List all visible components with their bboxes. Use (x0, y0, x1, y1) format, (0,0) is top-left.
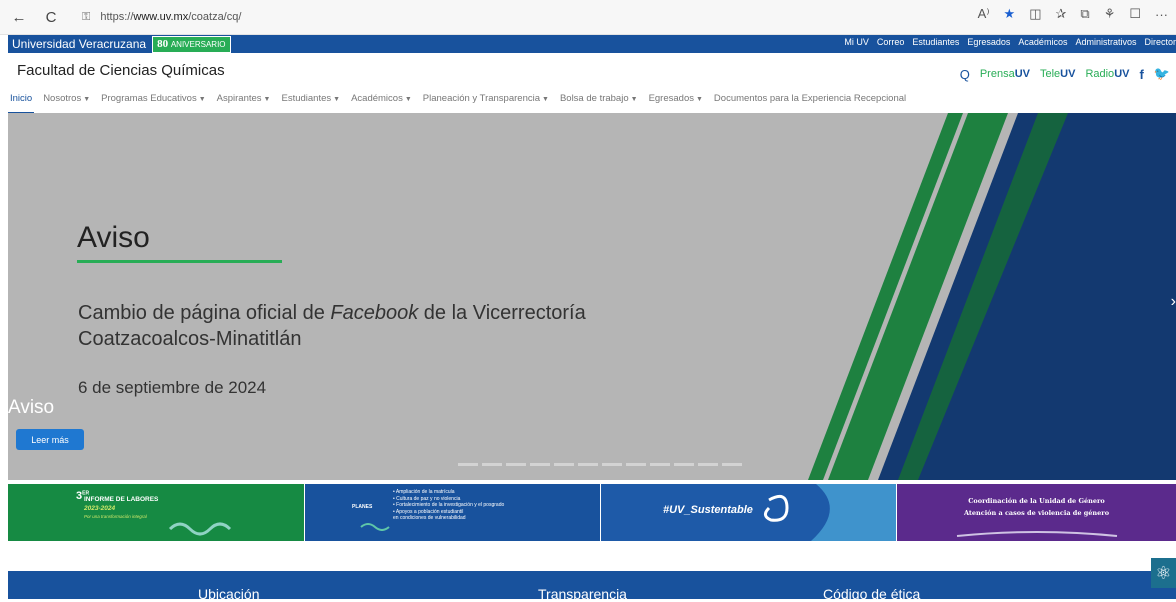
hero-carousel: Aviso Cambio de página oficial de Facebo… (8, 113, 1176, 480)
carousel-indicator[interactable] (698, 463, 718, 466)
twitter-icon[interactable]: 🐦 (1154, 66, 1170, 82)
anniversary-badge[interactable]: 80 ANIVERSARIO (152, 35, 231, 53)
banner-genero[interactable]: Coordinación de la Unidad de Género Aten… (897, 484, 1176, 541)
accessibility-icon[interactable]: ⚛ (1151, 558, 1176, 588)
favorites-icon[interactable]: ✰ (1055, 6, 1066, 22)
collections-icon[interactable]: ⧉ (1080, 6, 1089, 22)
carousel-indicator[interactable] (578, 463, 598, 466)
slide-caption: Aviso (8, 397, 55, 418)
banner-informe-years: 2023-2024 (84, 505, 116, 512)
top-link-egresados[interactable]: Egresados (967, 37, 1010, 47)
top-link-mi-uv[interactable]: Mi UV (844, 37, 869, 47)
prensa-uv-link[interactable]: PrensaUV (980, 68, 1030, 80)
caret-down-icon: ▼ (198, 96, 206, 103)
top-link-correo[interactable]: Correo (877, 37, 905, 47)
uv-top-links: Mi UV Correo Estudiantes Egresados Acadé… (844, 37, 1176, 47)
caret-down-icon: ▼ (333, 96, 341, 103)
browser-essentials-icon[interactable]: ☐ (1129, 6, 1141, 22)
carousel-indicator[interactable] (530, 463, 550, 466)
top-link-director[interactable]: Director (1144, 37, 1176, 47)
carousel-indicator[interactable] (602, 463, 622, 466)
media-links: Q PrensaUV TeleUV RadioUV f 🐦 (960, 66, 1170, 82)
main-navigation: Inicio Nosotros ▼ Programas Educativos ▼ A… (8, 92, 908, 114)
url-prefix: https:// (100, 11, 134, 23)
favorite-star-icon[interactable]: ★ (1004, 6, 1016, 22)
url-path: /coatza/cq/ (188, 11, 242, 23)
banner-planes[interactable]: PLANES • Ampliación de la matrícula • Cu… (305, 484, 600, 541)
split-screen-icon[interactable]: ◫ (1029, 6, 1041, 22)
carousel-next-icon[interactable]: › (1171, 293, 1176, 311)
url-host: www.uv.mx (133, 11, 189, 23)
top-link-academicos[interactable]: Académicos (1018, 37, 1067, 47)
nav-item-documentos[interactable]: Documentos para la Experiencia Recepcion… (712, 92, 908, 114)
footer-transparencia[interactable]: Transparencia (538, 586, 627, 602)
hero-overlay (8, 113, 1176, 480)
carousel-indicator[interactable] (722, 463, 742, 466)
banner-planes-label: PLANES (352, 504, 373, 510)
facebook-icon[interactable]: f (1139, 67, 1143, 82)
more-menu-icon[interactable]: ··· (1155, 7, 1168, 22)
address-bar[interactable]: ⚿ https://www.uv.mx/coatza/cq/ (72, 4, 832, 30)
nav-item-academicos[interactable]: Académicos ▼ (349, 92, 414, 114)
university-name-link[interactable]: Universidad Veracruzana (8, 37, 146, 51)
top-link-estudiantes[interactable]: Estudiantes (912, 37, 959, 47)
carousel-indicator[interactable] (626, 463, 646, 466)
caret-down-icon: ▼ (404, 96, 412, 103)
uv-top-bar: Universidad Veracruzana 80 ANIVERSARIO M… (8, 35, 1176, 53)
banner-informe-title: INFORME DE LABORES (84, 496, 159, 503)
carousel-indicator[interactable] (674, 463, 694, 466)
sustentable-leaf-icon (764, 484, 896, 541)
nav-item-nosotros[interactable]: Nosotros ▼ (41, 92, 92, 114)
back-arrow-icon[interactable]: ← (6, 4, 32, 30)
nav-item-bolsa[interactable]: Bolsa de trabajo ▼ (558, 92, 640, 114)
footer-ubicacion[interactable]: Ubicación (198, 586, 259, 602)
radio-uv-link[interactable]: RadioUV (1085, 68, 1129, 80)
carousel-indicators (458, 463, 742, 466)
hero-text: Cambio de página oficial de Facebook de … (78, 302, 586, 350)
carousel-indicator[interactable] (554, 463, 574, 466)
wave-logo-icon (168, 522, 232, 536)
carousel-indicator[interactable] (650, 463, 670, 466)
read-aloud-icon[interactable]: A⁾ (978, 6, 990, 22)
top-link-administrativos[interactable]: Administrativos (1075, 37, 1136, 47)
caret-down-icon: ▼ (630, 96, 638, 103)
page-title[interactable]: Facultad de Ciencias Químicas (17, 62, 225, 79)
nav-item-planeacion[interactable]: Planeación y Transparencia ▼ (421, 92, 551, 114)
banner-informe[interactable]: 3ER INFORME DE LABORES 2023-2024 Por una… (8, 484, 304, 541)
banner-planes-list: • Ampliación de la matrícula • Cultura d… (393, 489, 504, 522)
nav-item-egresados[interactable]: Egresados ▼ (647, 92, 705, 114)
nav-item-aspirantes[interactable]: Aspirantes ▼ (215, 92, 273, 114)
nav-item-estudiantes[interactable]: Estudiantes ▼ (279, 92, 342, 114)
caret-down-icon: ▼ (83, 96, 91, 103)
refresh-icon[interactable]: C (38, 4, 64, 30)
caret-down-icon: ▼ (542, 96, 549, 103)
hero-underline (77, 260, 282, 263)
caret-down-icon: ▼ (263, 96, 271, 103)
nav-item-inicio[interactable]: Inicio (8, 92, 35, 114)
read-more-button[interactable]: Leer más (16, 429, 84, 450)
banner-informe-tag: Por una transformación integral (84, 514, 147, 519)
hero-title: Aviso (77, 221, 150, 254)
nav-item-programas[interactable]: Programas Educativos ▼ (99, 92, 208, 114)
footer-bar: Ubicación Transparencia Código de ética (8, 571, 1176, 602)
tele-uv-link[interactable]: TeleUV (1040, 68, 1075, 80)
carousel-indicator[interactable] (506, 463, 526, 466)
wave-logo-icon (360, 523, 390, 531)
list-item: • Fortalecimiento de la investigación y … (393, 502, 505, 508)
search-icon[interactable]: Q (960, 67, 970, 82)
footer-codigo-etica[interactable]: Código de ética (823, 586, 920, 602)
extensions-icon[interactable]: ⚘ (1104, 6, 1116, 22)
hero-date: 6 de septiembre de 2024 (78, 378, 267, 397)
carousel-indicator[interactable] (458, 463, 478, 466)
lock-icon: ⚿ (82, 10, 91, 23)
banner-sustentable[interactable]: #UV_Sustentable (601, 484, 896, 541)
banner-genero-decoration (956, 531, 1118, 537)
carousel-indicator[interactable] (482, 463, 502, 466)
list-item: en condiciones de vulnerabilidad (393, 515, 466, 521)
banner-row: 3ER INFORME DE LABORES 2023-2024 Por una… (8, 484, 1176, 541)
browser-icons: A⁾ ★ ◫ ✰ ⧉ ⚘ ☐ ··· (978, 6, 1168, 22)
browser-toolbar: ← C ⚿ https://www.uv.mx/coatza/cq/ A⁾ ★ … (0, 0, 1176, 35)
caret-down-icon: ▼ (695, 96, 703, 103)
